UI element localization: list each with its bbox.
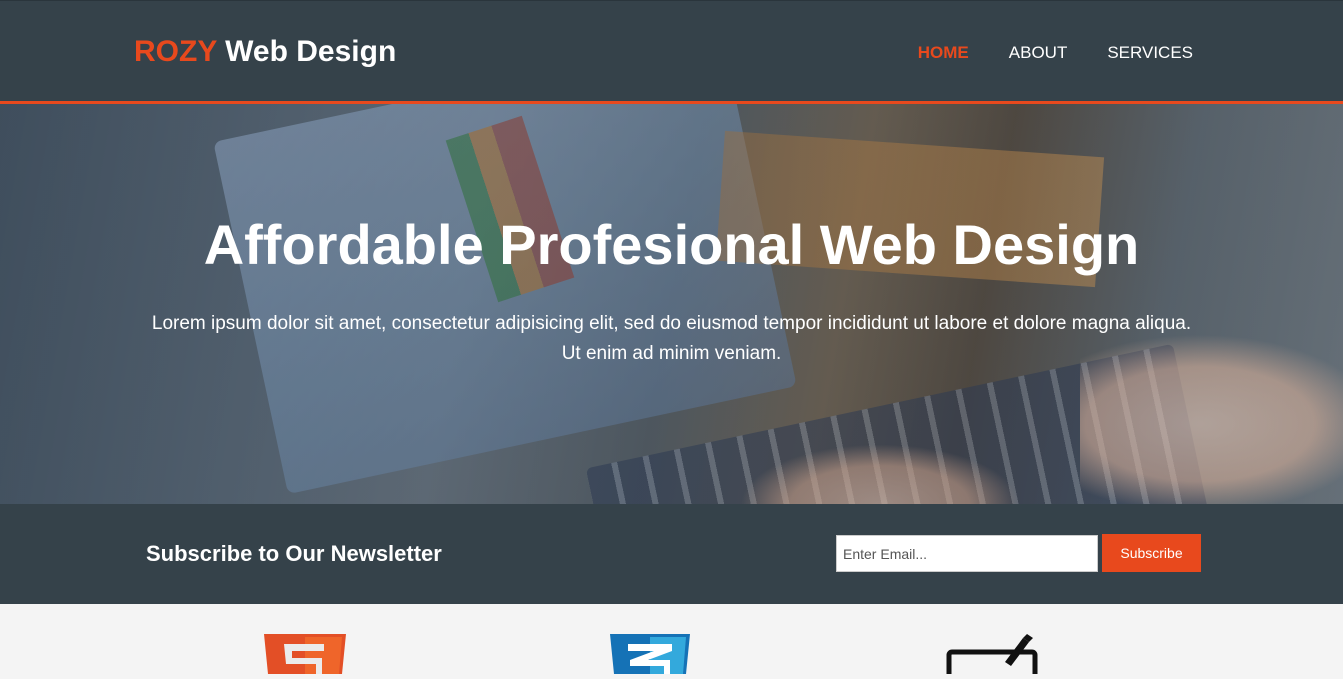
nav-home[interactable]: HOME <box>918 43 969 63</box>
brush-icon <box>945 634 1045 679</box>
nav-about[interactable]: ABOUT <box>1009 43 1068 63</box>
hero-text: Lorem ipsum dolor sit amet, consectetur … <box>151 313 1192 364</box>
newsletter-title: Subscribe to Our Newsletter <box>146 541 442 566</box>
nav-services[interactable]: SERVICES <box>1107 43 1193 63</box>
main-nav: HOME ABOUT SERVICES <box>918 43 1193 63</box>
features-section <box>0 604 1343 679</box>
hero-title: Affordable Profesional Web Design <box>203 213 1140 276</box>
site-header: ROZY Web Design HOME ABOUT SERVICES <box>0 0 1343 104</box>
hero-background-hand-left <box>740 444 1020 504</box>
html5-icon <box>264 634 346 679</box>
logo-text: Web Design <box>216 35 397 68</box>
hero-section: Affordable Profesional Web Design Lorem … <box>0 104 1343 504</box>
email-input[interactable] <box>836 535 1098 572</box>
subscribe-button[interactable]: Subscribe <box>1102 534 1201 572</box>
logo-accent: ROZY <box>134 35 217 68</box>
css3-icon <box>610 634 690 679</box>
newsletter-section: Subscribe to Our Newsletter Subscribe <box>0 504 1343 604</box>
site-logo[interactable]: ROZY Web Design <box>134 35 396 69</box>
